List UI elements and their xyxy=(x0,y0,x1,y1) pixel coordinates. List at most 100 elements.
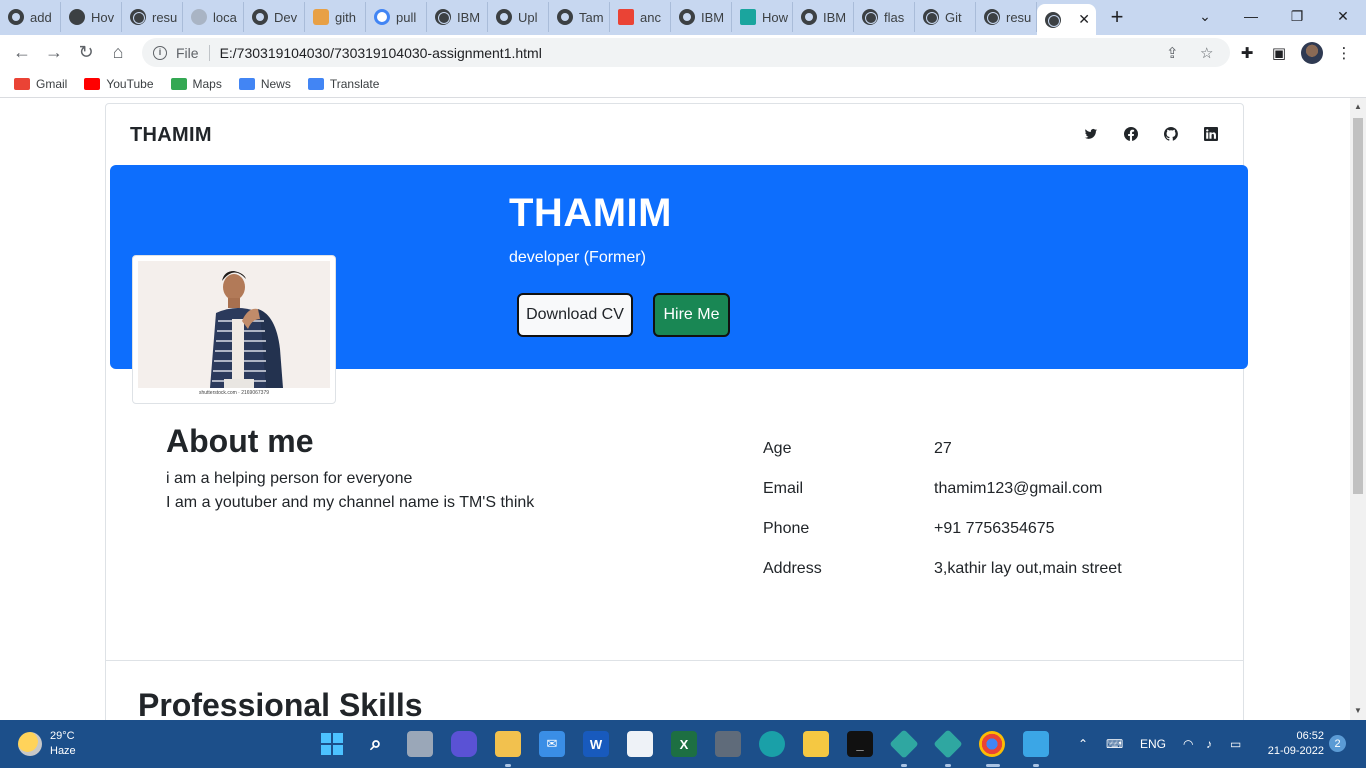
windows-start-icon[interactable] xyxy=(319,731,345,757)
bookmark-label: Gmail xyxy=(36,76,68,91)
show-hidden-icons-icon[interactable]: ⌃ xyxy=(1078,720,1088,768)
browser-tab[interactable]: pull xyxy=(366,2,427,32)
bookmark-youtube[interactable]: YouTube xyxy=(84,77,154,91)
bookmark-news[interactable]: News xyxy=(238,77,291,91)
browser-toolbar: ← → ↻ ⌂ i File E:/730319104030/730319104… xyxy=(0,35,1366,70)
extensions-icon[interactable]: ✚ xyxy=(1231,35,1263,70)
browser-tab[interactable]: flas xyxy=(854,2,915,32)
info-icon[interactable]: i xyxy=(153,45,167,60)
github-icon xyxy=(8,9,24,25)
maximize-button[interactable]: ❐ xyxy=(1274,0,1320,32)
weather-widget[interactable]: 29°C Haze xyxy=(18,729,76,759)
download-cv-button[interactable]: Download CV xyxy=(517,293,633,337)
notification-badge[interactable]: 2 xyxy=(1329,735,1346,752)
mail-icon[interactable]: ✉ xyxy=(539,731,565,757)
clock[interactable]: 06:52 21-09-2022 xyxy=(1258,729,1324,759)
volume-icon[interactable]: ♪ xyxy=(1206,720,1212,768)
browser-tab[interactable]: How xyxy=(732,2,793,32)
twitter-icon[interactable] xyxy=(1083,126,1099,142)
chat-icon[interactable] xyxy=(451,731,477,757)
hire-me-button[interactable]: Hire Me xyxy=(653,293,730,337)
browser-tab[interactable]: anc xyxy=(610,2,671,32)
calculator-icon[interactable] xyxy=(715,731,741,757)
tab-title: resu xyxy=(152,9,178,25)
wifi-icon[interactable]: ◠ xyxy=(1183,720,1193,768)
excel-icon[interactable]: X xyxy=(671,731,697,757)
github-icon xyxy=(557,9,573,25)
browser-tab[interactable]: Dev xyxy=(244,2,305,32)
scrollbar-thumb[interactable] xyxy=(1353,118,1363,494)
profile-avatar[interactable] xyxy=(1296,35,1328,70)
scroll-down-icon[interactable]: ▼ xyxy=(1354,706,1362,715)
edge-icon[interactable] xyxy=(759,731,785,757)
browser-tab[interactable]: loca xyxy=(183,2,244,32)
taskbar: 29°C Haze ⌕ ✉ W X _ ⌃ ⌨ ENG ◠ ♪ ▭ 06:52 … xyxy=(0,720,1366,768)
browser-tab[interactable]: IBM xyxy=(793,2,854,32)
linkedin-icon[interactable] xyxy=(1203,126,1219,142)
about-heading: About me xyxy=(166,423,314,459)
browser-tab[interactable]: Upl xyxy=(488,2,549,32)
browser-tab[interactable]: resu xyxy=(122,2,183,32)
browser-tab[interactable]: add xyxy=(0,2,61,32)
navbar-brand[interactable]: THAMIM xyxy=(130,124,212,147)
tab-title: flas xyxy=(884,9,905,25)
back-arrow-icon[interactable]: ← xyxy=(6,37,38,69)
store-icon[interactable] xyxy=(627,731,653,757)
browser-tab-active[interactable]: ✕ xyxy=(1037,4,1096,35)
github-icon[interactable] xyxy=(1163,126,1179,142)
tab-title: loca xyxy=(213,9,237,25)
divider xyxy=(208,44,210,61)
file-explorer-icon[interactable] xyxy=(495,731,521,757)
browser-tab[interactable]: Hov xyxy=(61,2,122,32)
scroll-up-icon[interactable]: ▲ xyxy=(1354,102,1362,111)
tab-title: pull xyxy=(396,9,417,25)
terminal-icon[interactable]: _ xyxy=(847,731,873,757)
reload-icon[interactable]: ↻ xyxy=(70,37,102,69)
tab-strip: add Hov resu loca Dev gith pull IBM Upl … xyxy=(0,0,1366,35)
word-icon[interactable]: W xyxy=(583,731,609,757)
search-icon[interactable]: ⌕ xyxy=(363,731,389,757)
bookmark-star-icon[interactable]: ☆ xyxy=(1200,44,1213,62)
battery-icon[interactable]: ▭ xyxy=(1230,720,1241,768)
facebook-icon[interactable] xyxy=(1123,126,1139,142)
new-tab-button[interactable]: + xyxy=(1102,2,1132,32)
bookmark-translate[interactable]: Translate xyxy=(307,77,379,91)
address-bar[interactable]: i File E:/730319104030/730319104030-assi… xyxy=(142,38,1230,67)
task-view-icon[interactable] xyxy=(407,731,433,757)
share-icon[interactable]: ⇪ xyxy=(1166,44,1179,62)
running-indicator xyxy=(945,764,951,767)
python-icon[interactable] xyxy=(803,731,829,757)
info-value-age: 27 xyxy=(934,440,952,457)
tab-search-icon[interactable]: ⌄ xyxy=(1182,0,1228,32)
bookmark-maps[interactable]: Maps xyxy=(170,77,222,91)
globe-icon xyxy=(130,9,146,25)
browser-tab[interactable]: Git xyxy=(915,2,976,32)
github-icon xyxy=(496,9,512,25)
forward-arrow-icon[interactable]: → xyxy=(38,37,70,69)
close-tab-icon[interactable]: ✕ xyxy=(1078,11,1090,28)
home-icon[interactable]: ⌂ xyxy=(102,37,134,69)
notepad-icon[interactable] xyxy=(1023,731,1049,757)
gmail-icon xyxy=(618,9,634,25)
bookmark-gmail[interactable]: Gmail xyxy=(14,77,67,91)
browser-tab[interactable]: IBM xyxy=(427,2,488,32)
chrome-icon[interactable] xyxy=(979,731,1005,757)
side-panel-icon[interactable]: ▣ xyxy=(1263,35,1295,70)
resume-card: THAMIM THAMIM developer (Former) Downloa… xyxy=(105,103,1248,720)
git-gui-icon[interactable] xyxy=(933,729,963,759)
youtube-icon xyxy=(84,77,101,90)
git-icon[interactable] xyxy=(889,729,919,759)
minimize-button[interactable]: — xyxy=(1228,0,1274,32)
hero-role: developer (Former) xyxy=(509,249,646,266)
browser-tab[interactable]: resu xyxy=(976,2,1037,32)
browser-tab[interactable]: Tam xyxy=(549,2,610,32)
browser-tab[interactable]: gith xyxy=(305,2,366,32)
url-text[interactable]: E:/730319104030/730319104030-assignment1… xyxy=(220,45,542,61)
keyboard-icon[interactable]: ⌨ xyxy=(1106,720,1123,768)
page-scrollbar[interactable]: ▲ ▼ xyxy=(1350,98,1366,720)
hexagon-icon xyxy=(69,9,85,25)
language-indicator[interactable]: ENG xyxy=(1140,720,1166,768)
menu-icon[interactable]: ⋮ xyxy=(1328,35,1360,70)
browser-tab[interactable]: IBM xyxy=(671,2,732,32)
close-window-button[interactable]: ✕ xyxy=(1320,0,1366,32)
